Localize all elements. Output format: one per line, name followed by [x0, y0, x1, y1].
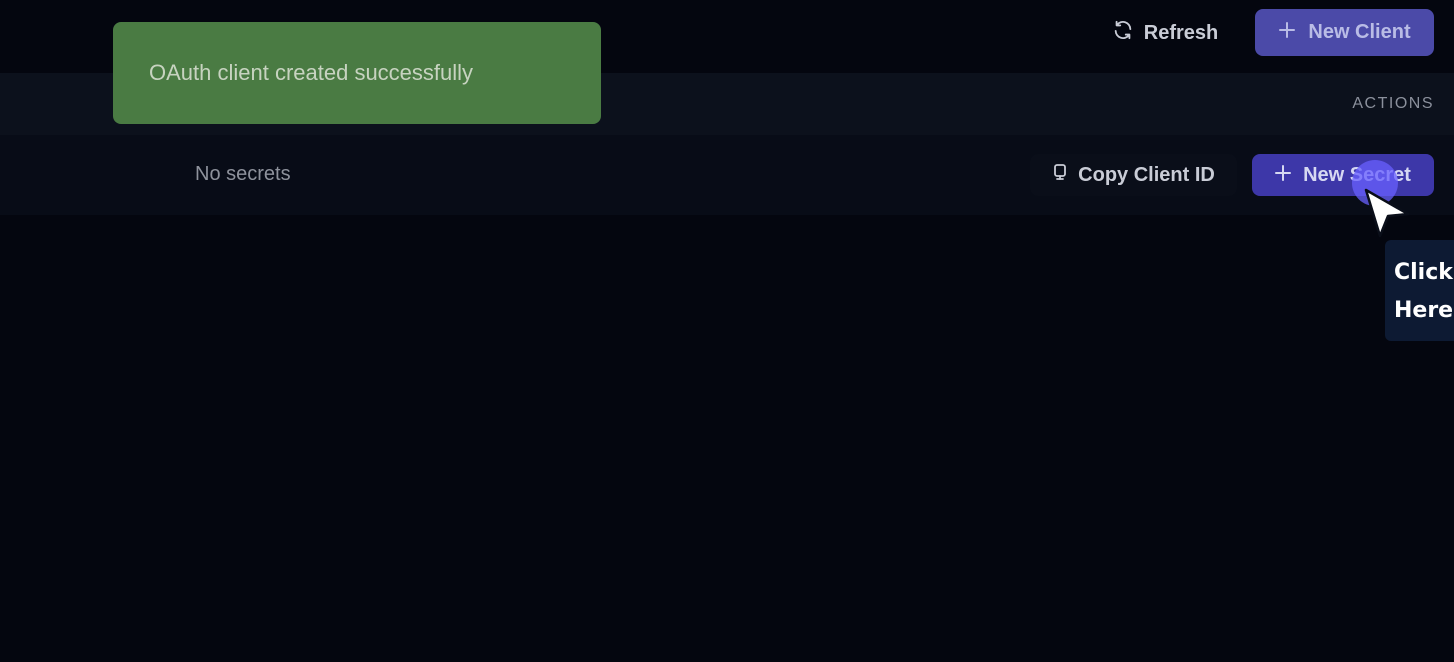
new-client-button[interactable]: New Client: [1255, 9, 1434, 56]
click-here-tooltip: Click Here: [1385, 240, 1454, 341]
column-header-actions: ACTIONS: [1352, 95, 1434, 112]
table-row: No secrets Copy Client ID New Secret: [0, 135, 1454, 215]
clipboard-icon: [1052, 163, 1068, 187]
copy-client-id-button[interactable]: Copy Client ID: [1030, 154, 1237, 196]
copy-client-id-label: Copy Client ID: [1078, 163, 1215, 186]
page: Refresh New Client ACTIONS No secrets Co…: [0, 0, 1454, 662]
refresh-label: Refresh: [1143, 21, 1219, 44]
refresh-icon: [1112, 19, 1134, 47]
plus-icon: [1278, 21, 1296, 45]
new-secret-label: New Secret: [1303, 163, 1411, 186]
success-toast: OAuth client created successfully: [113, 22, 601, 124]
no-secrets-text: No secrets: [195, 163, 291, 185]
new-client-label: New Client: [1308, 21, 1411, 43]
tooltip-line-2: Here: [1394, 298, 1454, 323]
toast-message: OAuth client created successfully: [149, 60, 474, 85]
refresh-button[interactable]: Refresh: [1096, 12, 1234, 54]
tooltip-line-1: Click: [1394, 260, 1453, 285]
mouse-cursor-icon: [1364, 188, 1410, 238]
plus-icon: [1275, 164, 1292, 187]
